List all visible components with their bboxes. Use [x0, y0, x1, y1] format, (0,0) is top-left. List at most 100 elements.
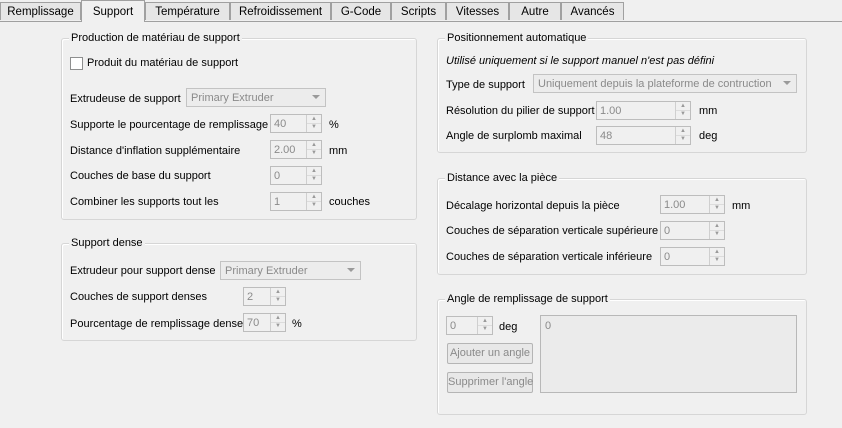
spin-arrows: ▲ ▼: [709, 248, 724, 265]
arrow-down-icon[interactable]: ▼: [710, 256, 724, 264]
spin-arrows: ▲ ▼: [270, 288, 285, 305]
angle-list-item[interactable]: 0: [545, 319, 551, 333]
spin-arrows: ▲ ▼: [270, 314, 285, 331]
arrow-down-icon[interactable]: ▼: [478, 325, 492, 333]
pillar-spinbox[interactable]: 1.00 ▲ ▼: [596, 101, 691, 120]
arrow-down-icon[interactable]: ▼: [271, 296, 285, 304]
support-infill-spinbox[interactable]: 40 ▲ ▼: [270, 114, 322, 133]
chevron-down-icon: [347, 268, 355, 272]
arrow-down-icon[interactable]: ▼: [710, 230, 724, 238]
arrow-down-icon[interactable]: ▼: [676, 110, 690, 118]
chevron-down-icon: [312, 95, 320, 99]
distance-group-title: Distance avec la pièce: [445, 171, 560, 185]
combine-spinbox[interactable]: 1 ▲ ▼: [270, 192, 322, 211]
combine-value: 1: [274, 196, 281, 208]
remove-angle-button[interactable]: Supprimer l'angle: [447, 372, 533, 393]
dense-layers-label: Couches de support denses: [70, 291, 207, 303]
combine-label: Combiner les supports tout les: [70, 196, 219, 208]
top-separation-label: Couches de séparation verticale supérieu…: [446, 225, 659, 237]
horizontal-offset-label: Décalage horizontal depuis la pièce: [446, 200, 620, 212]
spin-arrows: ▲ ▼: [477, 317, 492, 334]
spin-arrows: ▲ ▼: [306, 115, 321, 132]
produce-support-label: Produit du matériau de support: [87, 57, 239, 69]
bottom-separation-label: Couches de séparation verticale inférieu…: [446, 251, 653, 263]
tab-vitesses[interactable]: Vitesses: [446, 2, 509, 20]
angle-group-title: Angle de remplissage de support: [445, 292, 610, 306]
tab-scripts[interactable]: Scripts: [391, 2, 446, 20]
base-layers-value: 0: [274, 170, 281, 182]
dense-layers-value: 2: [247, 291, 254, 303]
spin-arrows: ▲ ▼: [675, 127, 690, 144]
inflation-spinbox[interactable]: 2.00 ▲ ▼: [270, 140, 322, 159]
tab-bar: Remplissage Support Température Refroidi…: [0, 0, 842, 22]
overhang-label: Angle de surplomb maximal: [446, 130, 582, 142]
support-infill-value: 40: [274, 118, 287, 130]
dense-infill-value: 70: [247, 317, 260, 329]
dense-extruder-value: Primary Extruder: [225, 265, 308, 277]
spin-arrows: ▲ ▼: [306, 167, 321, 184]
tab-gcode[interactable]: G-Code: [331, 2, 391, 20]
overhang-unit: deg: [699, 130, 718, 142]
dense-infill-label: Pourcentage de remplissage dense: [70, 318, 244, 330]
dense-layers-spinbox[interactable]: 2 ▲ ▼: [243, 287, 286, 306]
tab-temperature[interactable]: Température: [145, 2, 230, 20]
produce-support-checkbox[interactable]: [70, 57, 83, 70]
arrow-down-icon[interactable]: ▼: [676, 135, 690, 143]
support-infill-label: Supporte le pourcentage de remplissage: [70, 119, 269, 131]
add-angle-button[interactable]: Ajouter un angle: [447, 343, 533, 364]
spin-arrows: ▲ ▼: [306, 141, 321, 158]
horizontal-offset-unit: mm: [732, 200, 751, 212]
dense-infill-unit: %: [292, 318, 302, 330]
angle-unit: deg: [499, 321, 518, 333]
spin-arrows: ▲ ▼: [709, 196, 724, 213]
support-type-select[interactable]: Uniquement depuis la plateforme de contr…: [533, 74, 797, 93]
production-group-title: Production de matériau de support: [69, 31, 242, 45]
pillar-value: 1.00: [600, 105, 622, 117]
auto-group-title: Positionnement automatique: [445, 31, 589, 45]
tab-support[interactable]: Support: [81, 0, 145, 22]
dense-extruder-select[interactable]: Primary Extruder: [220, 261, 361, 280]
horizontal-offset-spinbox[interactable]: 1.00 ▲ ▼: [660, 195, 725, 214]
support-type-label: Type de support: [446, 79, 525, 91]
support-extruder-label: Extrudeuse de support: [70, 93, 181, 105]
arrow-down-icon[interactable]: ▼: [307, 201, 321, 209]
base-layers-spinbox[interactable]: 0 ▲ ▼: [270, 166, 322, 185]
arrow-down-icon[interactable]: ▼: [307, 123, 321, 131]
angle-spinbox[interactable]: 0 ▲ ▼: [446, 316, 493, 335]
inflation-value: 2.00: [274, 144, 296, 156]
dense-group-title: Support dense: [69, 236, 145, 250]
arrow-down-icon[interactable]: ▼: [307, 149, 321, 157]
spin-arrows: ▲ ▼: [675, 102, 690, 119]
overhang-value: 48: [600, 130, 613, 142]
auto-note: Utilisé uniquement si le support manuel …: [446, 55, 715, 67]
chevron-down-icon: [783, 81, 791, 85]
tab-remplissage[interactable]: Remplissage: [0, 2, 81, 20]
tab-refroidissement[interactable]: Refroidissement: [230, 2, 331, 20]
top-separation-value: 0: [664, 225, 671, 237]
dense-infill-spinbox[interactable]: 70 ▲ ▼: [243, 313, 286, 332]
bottom-separation-value: 0: [664, 251, 671, 263]
base-layers-label: Couches de base du support: [70, 170, 211, 182]
spin-arrows: ▲ ▼: [709, 222, 724, 239]
pillar-unit: mm: [699, 105, 718, 117]
arrow-down-icon[interactable]: ▼: [271, 322, 285, 330]
dense-extruder-label: Extrudeur pour support dense: [70, 265, 216, 277]
spin-arrows: ▲ ▼: [306, 193, 321, 210]
combine-unit: couches: [329, 196, 370, 208]
tab-autre[interactable]: Autre: [509, 2, 561, 20]
inflation-label: Distance d'inflation supplémentaire: [70, 145, 241, 157]
bottom-separation-spinbox[interactable]: 0 ▲ ▼: [660, 247, 725, 266]
overhang-spinbox[interactable]: 48 ▲ ▼: [596, 126, 691, 145]
horizontal-offset-value: 1.00: [664, 199, 686, 211]
pillar-label: Résolution du pilier de support: [446, 105, 595, 117]
tab-avances[interactable]: Avancés: [561, 2, 624, 20]
angle-list[interactable]: 0: [540, 315, 797, 393]
support-extruder-value: Primary Extruder: [191, 92, 274, 104]
support-type-value: Uniquement depuis la plateforme de contr…: [538, 78, 772, 90]
support-infill-unit: %: [329, 119, 339, 131]
support-extruder-select[interactable]: Primary Extruder: [186, 88, 326, 107]
arrow-down-icon[interactable]: ▼: [307, 175, 321, 183]
inflation-unit: mm: [329, 145, 348, 157]
arrow-down-icon[interactable]: ▼: [710, 204, 724, 212]
top-separation-spinbox[interactable]: 0 ▲ ▼: [660, 221, 725, 240]
